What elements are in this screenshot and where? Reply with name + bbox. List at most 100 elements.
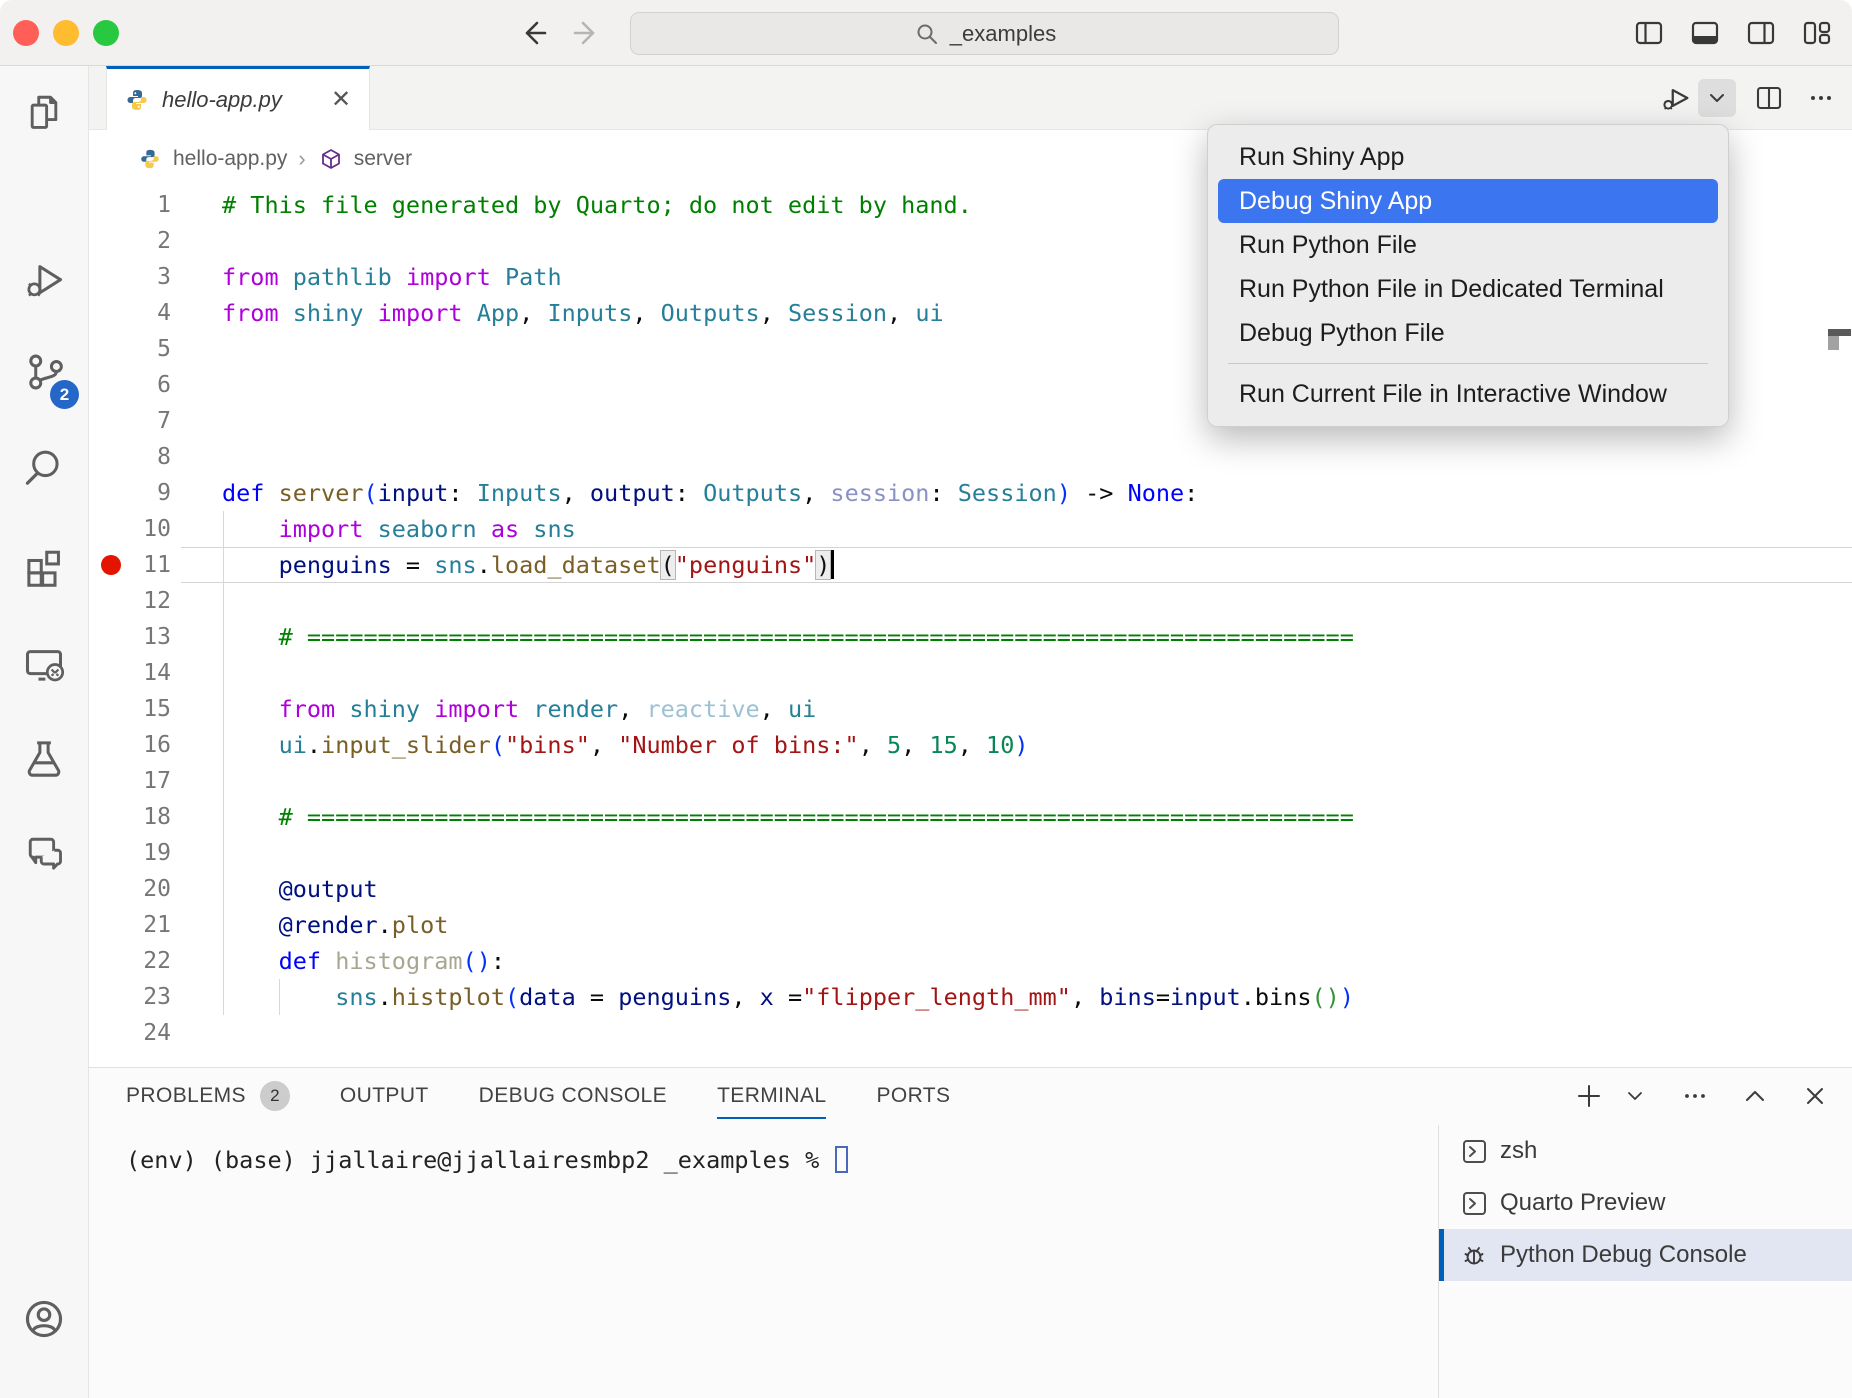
code-line-23[interactable]: 23 sns.histplot(data = penguins, x ="fli…: [89, 979, 1852, 1015]
menu-item-debug-python-file[interactable]: Debug Python File: [1218, 311, 1718, 355]
code-line-14[interactable]: 14: [89, 655, 1852, 691]
close-window-button[interactable]: [13, 20, 39, 46]
code-line-24[interactable]: 24: [89, 1015, 1852, 1051]
toggle-primary-sidebar-icon[interactable]: [1632, 14, 1666, 52]
menu-item-debug-shiny-app[interactable]: Debug Shiny App: [1218, 179, 1718, 223]
code-text: from pathlib import Path: [222, 259, 562, 295]
code-text: @output: [222, 871, 378, 907]
terminal-icon: [1460, 1189, 1488, 1217]
split-editor-button[interactable]: [1750, 79, 1788, 117]
line-number: 16: [89, 727, 171, 763]
customize-layout-icon[interactable]: [1800, 14, 1834, 52]
code-line-8[interactable]: 8: [89, 439, 1852, 475]
navigate-forward-button[interactable]: [566, 12, 608, 54]
code-line-18[interactable]: 18 # ===================================…: [89, 799, 1852, 835]
code-line-17[interactable]: 17: [89, 763, 1852, 799]
panel-tab-ports[interactable]: PORTS: [876, 1068, 950, 1124]
line-number: 14: [89, 655, 171, 691]
menu-item-run-current-file-in-interactive-window[interactable]: Run Current File in Interactive Window: [1218, 372, 1718, 416]
panel-tabs: PROBLEMS2 OUTPUT DEBUG CONSOLE TERMINAL PORT…: [126, 1068, 950, 1124]
code-text: import seaborn as sns: [222, 511, 576, 547]
code-text: sns.histplot(data = penguins, x ="flippe…: [222, 979, 1354, 1015]
menu-item-run-python-file[interactable]: Run Python File: [1218, 223, 1718, 267]
sidebar-item-source-control[interactable]: 2: [0, 332, 88, 416]
bug-icon: [1460, 1241, 1488, 1269]
panel-tab-terminal[interactable]: TERMINAL: [717, 1068, 826, 1124]
settings-button[interactable]: 1: [0, 1374, 88, 1398]
sidebar-item-run-debug[interactable]: [0, 239, 88, 323]
new-terminal-button[interactable]: [1572, 1079, 1606, 1113]
editor-actions: [1654, 66, 1840, 130]
tab-close-icon[interactable]: ✕: [327, 86, 355, 114]
panel-tab-problems[interactable]: PROBLEMS2: [126, 1068, 290, 1124]
line-number: 13: [89, 619, 171, 655]
code-text: from shiny import render, reactive, ui: [222, 691, 816, 727]
code-line-9[interactable]: 9def server(input: Inputs, output: Outpu…: [89, 475, 1852, 511]
sidebar-item-remote-explorer[interactable]: [0, 624, 88, 708]
maximize-panel-button[interactable]: [1738, 1079, 1772, 1113]
breadcrumb-file[interactable]: hello-app.py: [173, 147, 287, 171]
breadcrumb-separator: ›: [296, 146, 307, 172]
command-center-search[interactable]: _examples: [630, 12, 1339, 55]
code-line-21[interactable]: 21 @render.plot: [89, 907, 1852, 943]
code-line-19[interactable]: 19: [89, 835, 1852, 871]
code-text: def server(input: Inputs, output: Output…: [222, 475, 1198, 511]
zoom-window-button[interactable]: [93, 20, 119, 46]
code-text: def histogram():: [222, 943, 505, 979]
text-cursor: [831, 550, 834, 579]
code-text: from shiny import App, Inputs, Outputs, …: [222, 295, 944, 331]
menu-item-run-python-file-in-dedicated-terminal[interactable]: Run Python File in Dedicated Terminal: [1218, 267, 1718, 311]
minimize-window-button[interactable]: [53, 20, 79, 46]
run-options-dropdown-button[interactable]: [1698, 79, 1736, 117]
code-line-15[interactable]: 15 from shiny import render, reactive, u…: [89, 691, 1852, 727]
code-text: # ======================================…: [222, 799, 1354, 835]
panel-tab-label: DEBUG CONSOLE: [479, 1084, 667, 1108]
run-debug-icon: [22, 257, 66, 306]
debug-run-button[interactable]: [1654, 79, 1696, 117]
code-line-10[interactable]: 10 import seaborn as sns: [89, 511, 1852, 547]
editor-more-actions-button[interactable]: [1802, 79, 1840, 117]
terminal-list-item-quarto-preview[interactable]: Quarto Preview: [1439, 1177, 1852, 1229]
terminal-list-item-python-debug-console[interactable]: Python Debug Console: [1439, 1229, 1852, 1281]
code-line-20[interactable]: 20 @output: [89, 871, 1852, 907]
menu-item-run-shiny-app[interactable]: Run Shiny App: [1218, 135, 1718, 179]
panel-tab-label: PORTS: [876, 1084, 950, 1108]
line-number: 3: [89, 259, 171, 295]
sidebar-item-search[interactable]: [0, 428, 88, 512]
run-options-menu: Run Shiny AppDebug Shiny AppRun Python F…: [1207, 124, 1729, 427]
panel-more-actions-button[interactable]: [1678, 1079, 1712, 1113]
terminal-icon: [1460, 1137, 1488, 1165]
account-button[interactable]: [0, 1279, 88, 1363]
panel-tab-output[interactable]: OUTPUT: [340, 1068, 429, 1124]
code-line-11[interactable]: 11 penguins = sns.load_dataset("penguins…: [89, 547, 1852, 583]
search-icon: [913, 20, 941, 48]
terminal-prompt: (env) (base) jjallaire@jjallairesmbp2 _e…: [126, 1146, 833, 1174]
close-panel-button[interactable]: [1798, 1079, 1832, 1113]
panel-tab-debug-console[interactable]: DEBUG CONSOLE: [479, 1068, 667, 1124]
line-number: 4: [89, 295, 171, 331]
sidebar-item-explorer[interactable]: [0, 73, 88, 157]
navigate-back-button[interactable]: [512, 12, 554, 54]
line-number: 22: [89, 943, 171, 979]
account-icon: [21, 1296, 67, 1347]
breadcrumb-symbol[interactable]: server: [354, 147, 412, 171]
sidebar-item-comments[interactable]: [0, 813, 88, 897]
line-number: 11: [89, 547, 171, 583]
toggle-secondary-sidebar-icon[interactable]: [1744, 14, 1778, 52]
terminal-output[interactable]: (env) (base) jjallaire@jjallairesmbp2 _e…: [126, 1142, 848, 1178]
sidebar-item-extensions[interactable]: [0, 526, 88, 610]
code-line-13[interactable]: 13 # ===================================…: [89, 619, 1852, 655]
code-line-16[interactable]: 16 ui.input_slider("bins", "Number of bi…: [89, 727, 1852, 763]
line-number: 21: [89, 907, 171, 943]
line-number: 12: [89, 583, 171, 619]
sidebar-item-testing[interactable]: [0, 718, 88, 802]
code-line-12[interactable]: 12: [89, 583, 1852, 619]
code-line-22[interactable]: 22 def histogram():: [89, 943, 1852, 979]
code-text: penguins = sns.load_dataset("penguins"): [222, 547, 834, 583]
toggle-panel-icon[interactable]: [1688, 14, 1722, 52]
bottom-panel: PROBLEMS2 OUTPUT DEBUG CONSOLE TERMINAL PORT…: [89, 1067, 1852, 1398]
panel-actions: [1572, 1068, 1832, 1124]
terminal-profile-dropdown-button[interactable]: [1618, 1079, 1652, 1113]
terminal-list-item-zsh[interactable]: zsh: [1439, 1125, 1852, 1177]
tab-hello-app[interactable]: hello-app.py ✕: [106, 66, 370, 130]
